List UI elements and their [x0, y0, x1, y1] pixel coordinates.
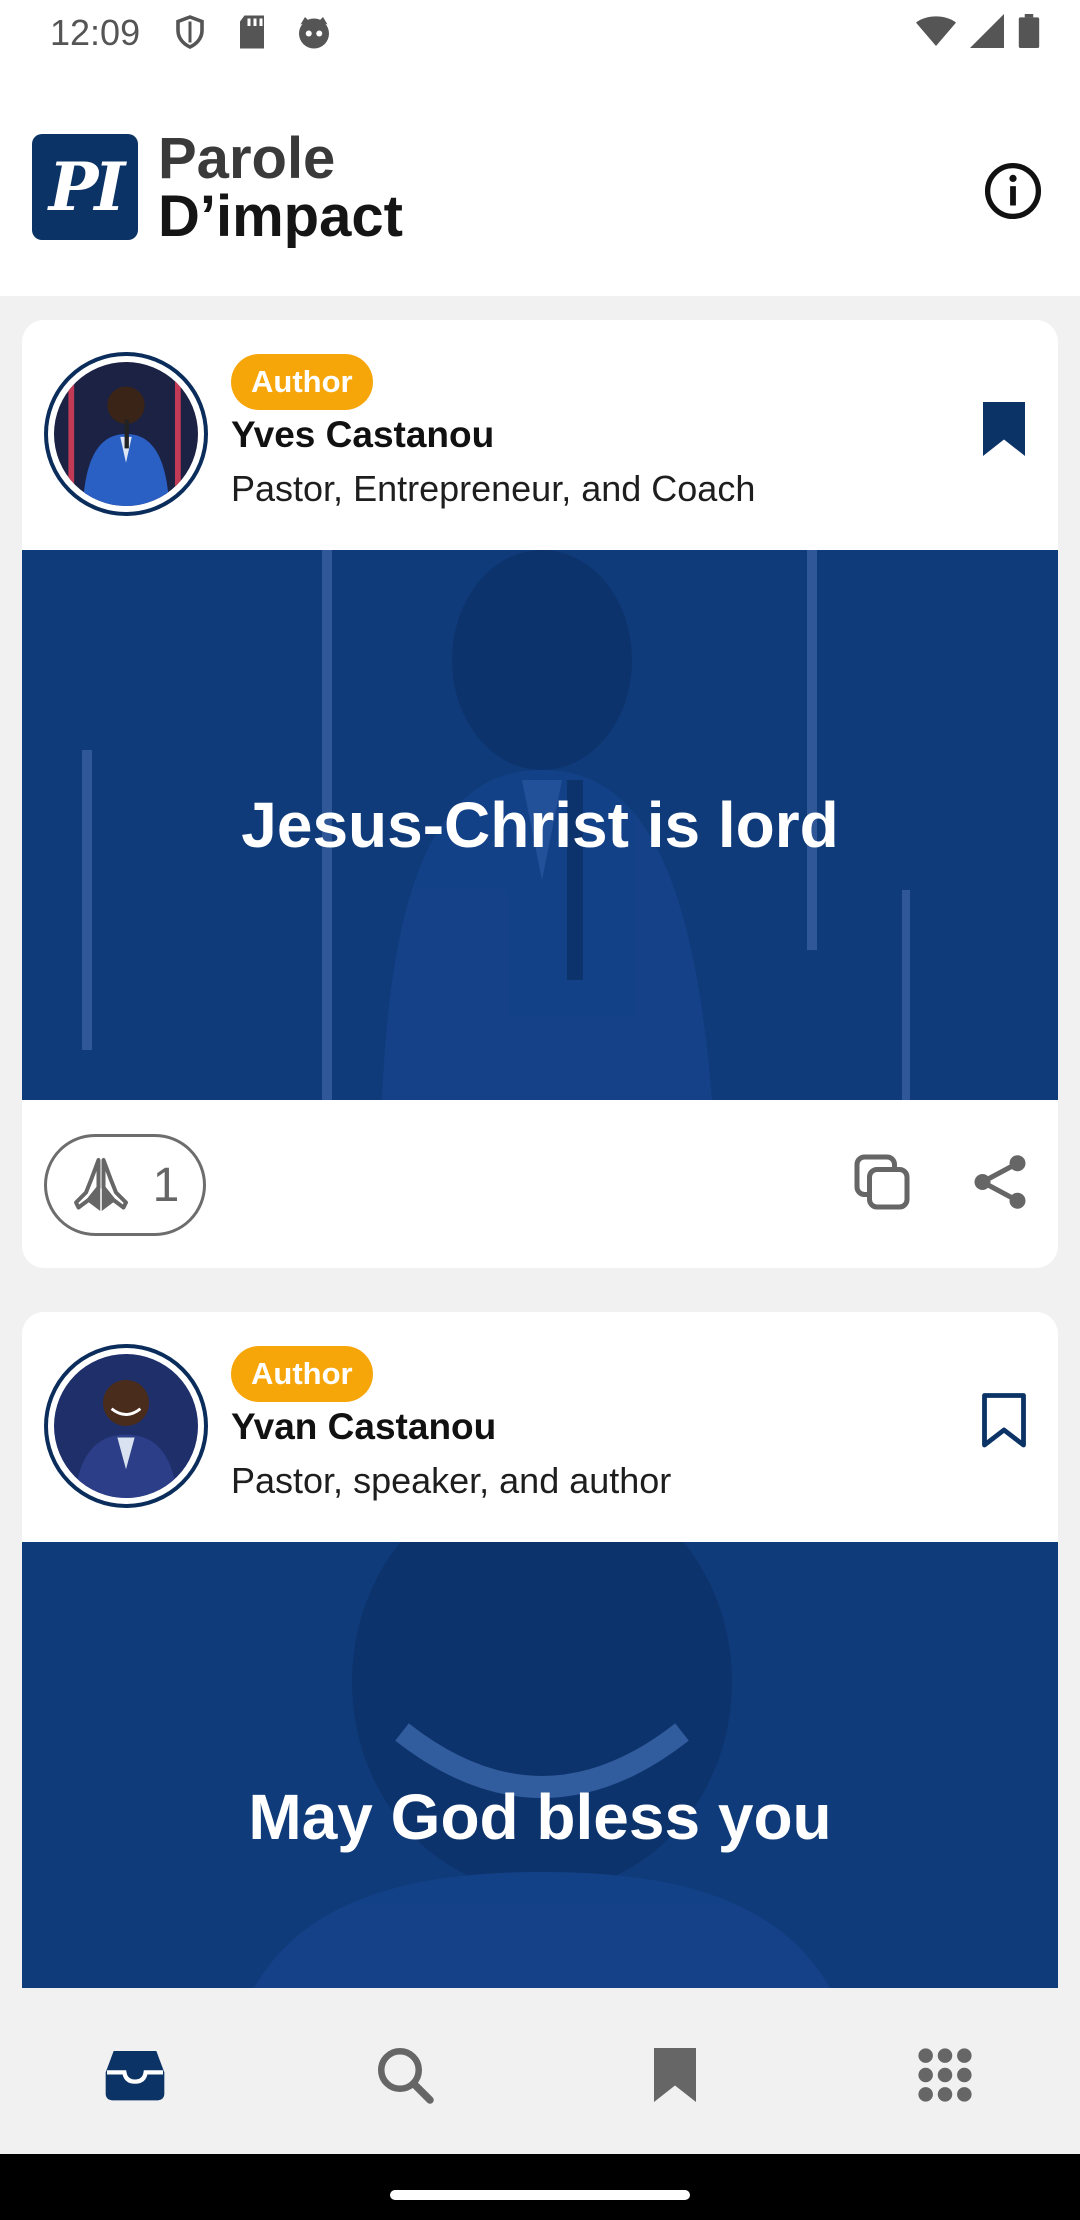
sd-card-icon — [240, 15, 264, 49]
app-title-line2: D’impact — [158, 184, 403, 249]
bookmark-filled-icon[interactable] — [980, 398, 1028, 460]
wifi-icon — [916, 16, 956, 46]
bookmark-icon — [654, 2048, 696, 2102]
pray-button[interactable]: 1 — [44, 1134, 206, 1236]
author-badge: Author — [231, 1346, 373, 1402]
copy-icon[interactable] — [852, 1152, 912, 1212]
avatar-photo — [54, 1354, 198, 1498]
nav-feed[interactable] — [100, 2040, 170, 2110]
quote-image[interactable]: Jesus-Christ is lord — [22, 550, 1058, 1100]
search-icon — [378, 2048, 434, 2104]
system-gesture-bar — [0, 2154, 1080, 2220]
app-title-line1: Parole — [158, 126, 336, 191]
nav-search[interactable] — [370, 2040, 440, 2110]
praying-hands-icon — [73, 1158, 128, 1211]
author-name[interactable]: Yves Castanou — [231, 414, 494, 456]
status-icons-right — [916, 14, 1040, 48]
nav-more[interactable] — [910, 2040, 980, 2110]
post-actions: 1 — [22, 1100, 1058, 1268]
feed[interactable]: Author Yves Castanou Pastor, Entrepreneu… — [0, 296, 1080, 1988]
feed-icon — [105, 2051, 165, 2101]
home-handle[interactable] — [390, 2190, 690, 2200]
bookmark-outline-icon[interactable] — [980, 1390, 1028, 1452]
post-card: Author Yvan Castanou Pastor, speaker, an… — [22, 1312, 1058, 1988]
quote-image[interactable]: May God bless you — [22, 1542, 1058, 1988]
status-time: 12:09 — [50, 12, 141, 53]
avatar[interactable] — [44, 352, 208, 516]
quote-text: May God bless you — [248, 1781, 832, 1853]
status-icons-left — [172, 14, 332, 50]
shield-icon — [176, 15, 204, 49]
pray-count: 1 — [152, 1158, 180, 1212]
cat-face-icon — [299, 17, 329, 49]
app-header: PI Parole D’impact — [0, 68, 1080, 296]
nav-bookmarks[interactable] — [640, 2040, 710, 2110]
bottom-nav — [0, 1988, 1080, 2154]
signal-icon — [970, 14, 1004, 48]
avatar-photo — [54, 362, 198, 506]
avatar[interactable] — [44, 1344, 208, 1508]
battery-icon — [1018, 14, 1040, 48]
author-name[interactable]: Yvan Castanou — [231, 1406, 496, 1448]
author-badge: Author — [231, 354, 373, 410]
share-icon[interactable] — [970, 1150, 1030, 1214]
info-icon[interactable] — [984, 162, 1042, 220]
quote-text: Jesus-Christ is lord — [241, 789, 839, 861]
app-logo: PI — [32, 134, 138, 240]
status-bar: 12:09 — [0, 0, 1080, 68]
author-role: Pastor, speaker, and author — [231, 1460, 672, 1501]
post-card: Author Yves Castanou Pastor, Entrepreneu… — [22, 320, 1058, 1268]
author-role: Pastor, Entrepreneur, and Coach — [231, 468, 756, 509]
apps-grid-icon — [918, 2048, 972, 2102]
